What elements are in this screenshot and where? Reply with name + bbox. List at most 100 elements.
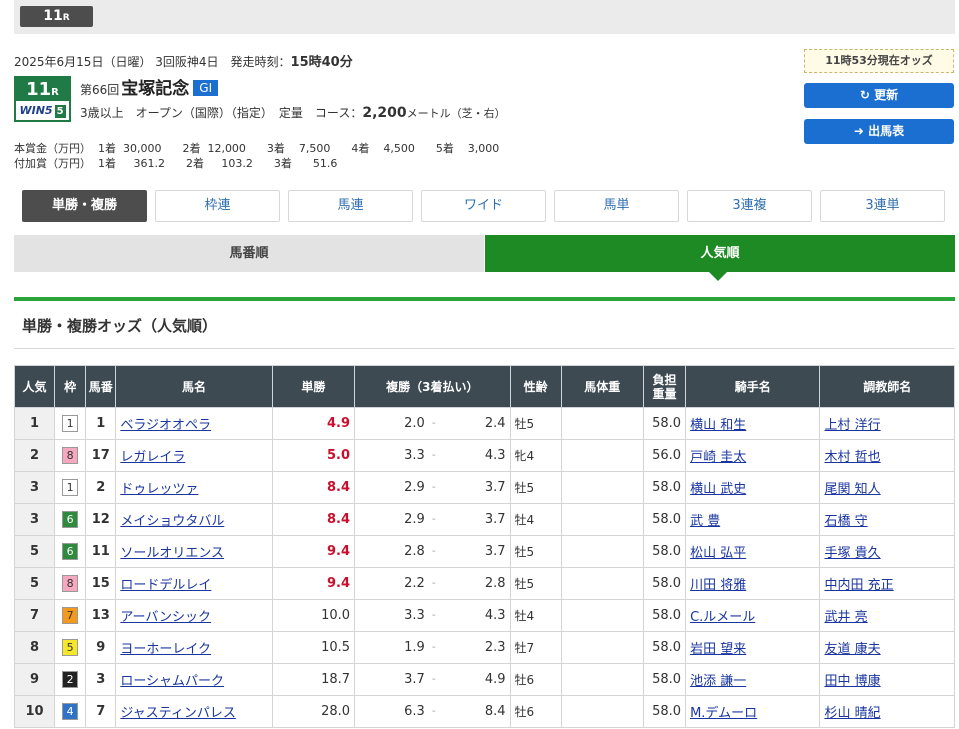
table-row: 3 6 12 メイショウタバル 8.4 2.9-3.7 牡4 58.0 武 豊 石橋 守 bbox=[13, 503, 955, 536]
post-time: 15時40分 bbox=[290, 55, 353, 70]
tab-bracket-quinella[interactable]: 枠連 bbox=[155, 190, 280, 222]
tab-sort-by-popularity[interactable]: 人気順 bbox=[485, 235, 955, 281]
bet-type-tabs: 単勝・複勝 枠連 馬連 ワイド 馬単 3連複 3連単 bbox=[22, 190, 947, 222]
col-weight-carried: 負担 重量 bbox=[642, 365, 687, 408]
sex-age: 牡5 bbox=[509, 471, 562, 504]
race-badge: 11R WIN5 5 bbox=[14, 76, 71, 122]
trainer-link[interactable]: 上村 洋行 bbox=[824, 418, 880, 433]
waku-badge: 8 bbox=[62, 447, 79, 464]
tab-sort-by-number[interactable]: 馬番順 bbox=[14, 235, 484, 272]
trainer-cell: 田中 博康 bbox=[819, 663, 955, 696]
race-name: 宝塚記念 bbox=[121, 79, 190, 99]
trainer-link[interactable]: 田中 博康 bbox=[824, 674, 880, 689]
trainer-link[interactable]: 中内田 充正 bbox=[824, 578, 893, 593]
jockey-link[interactable]: C.ルメール bbox=[690, 610, 755, 625]
sex-age: 牡6 bbox=[509, 663, 562, 696]
waku-badge: 6 bbox=[62, 511, 79, 528]
col-name: 馬名 bbox=[115, 365, 273, 408]
sort-tabs: 馬番順 人気順 bbox=[14, 235, 955, 281]
tab-exacta[interactable]: 馬単 bbox=[554, 190, 679, 222]
horse-name-link[interactable]: ジャスティンパレス bbox=[120, 706, 236, 721]
table-row: 5 6 11 ソールオリエンス 9.4 2.8-3.7 牡5 58.0 松山 弘平 手塚 貴久 bbox=[13, 535, 955, 568]
body-weight bbox=[560, 407, 644, 440]
sex-age: 牡4 bbox=[509, 503, 562, 536]
waku-cell: 1 bbox=[54, 471, 87, 504]
jockey-link[interactable]: 松山 弘平 bbox=[690, 546, 746, 561]
rank-cell: 8 bbox=[13, 631, 56, 664]
weight-carried: 58.0 bbox=[642, 695, 687, 728]
horse-number: 1 bbox=[85, 407, 117, 440]
horse-name-cell: ヨーホーレイク bbox=[115, 631, 273, 664]
place-odds-high: 3.7 bbox=[438, 503, 511, 536]
win-odds: 5.0 bbox=[271, 439, 356, 472]
horse-number: 3 bbox=[85, 663, 117, 696]
weight-carried: 58.0 bbox=[642, 407, 687, 440]
horse-number: 9 bbox=[85, 631, 117, 664]
horse-name-link[interactable]: ソールオリエンス bbox=[120, 546, 224, 561]
trainer-link[interactable]: 尾関 知人 bbox=[824, 482, 880, 497]
table-row: 5 8 15 ロードデルレイ 9.4 2.2-2.8 牡5 58.0 川田 将雅 中内田 充正 bbox=[13, 567, 955, 600]
horse-name-link[interactable]: ヨーホーレイク bbox=[120, 642, 211, 657]
win-odds: 18.7 bbox=[271, 663, 356, 696]
horse-name-link[interactable]: アーバンシック bbox=[120, 610, 211, 625]
table-row: 9 2 3 ローシャムパーク 18.7 3.7-4.9 牡6 58.0 池添 謙一 田中 博康 bbox=[13, 663, 955, 696]
jockey-link[interactable]: 池添 謙一 bbox=[690, 674, 746, 689]
place-odds-high: 3.7 bbox=[438, 535, 511, 568]
waku-badge: 1 bbox=[62, 415, 79, 432]
refresh-button[interactable]: ↻ 更新 bbox=[804, 83, 954, 108]
horse-name-cell: ロードデルレイ bbox=[115, 567, 273, 600]
win-odds: 8.4 bbox=[271, 471, 356, 504]
place-odds-high: 4.3 bbox=[438, 439, 511, 472]
jockey-link[interactable]: 横山 和生 bbox=[690, 418, 746, 433]
jockey-cell: 川田 将雅 bbox=[685, 567, 821, 600]
place-odds-low: 2.9 bbox=[354, 503, 429, 536]
horse-name-link[interactable]: ローシャムパーク bbox=[120, 674, 224, 689]
col-sex-age: 性齢 bbox=[509, 365, 562, 408]
waku-cell: 6 bbox=[54, 503, 87, 536]
jockey-link[interactable]: 岩田 望来 bbox=[690, 642, 746, 657]
jockey-link[interactable]: 横山 武史 bbox=[690, 482, 746, 497]
sex-age: 牡5 bbox=[509, 407, 562, 440]
tab-wide[interactable]: ワイド bbox=[421, 190, 546, 222]
rank-cell: 1 bbox=[13, 407, 56, 440]
trainer-link[interactable]: 杉山 晴紀 bbox=[824, 706, 880, 721]
trainer-cell: 上村 洋行 bbox=[819, 407, 955, 440]
trainer-link[interactable]: 手塚 貴久 bbox=[824, 546, 880, 561]
tab-trifecta[interactable]: 3連単 bbox=[820, 190, 945, 222]
rank-cell: 2 bbox=[13, 439, 56, 472]
place-odds-separator: - bbox=[428, 663, 439, 696]
race-conditions: 3歳以上 オープン（国際）（指定） 定量 コース：2,200メートル（芝・右） bbox=[80, 105, 506, 121]
jockey-link[interactable]: M.デムーロ bbox=[690, 706, 757, 721]
jockey-link[interactable]: 戸崎 圭太 bbox=[690, 450, 746, 465]
divider bbox=[14, 348, 955, 349]
trainer-link[interactable]: 武井 亮 bbox=[824, 610, 867, 625]
weight-carried: 58.0 bbox=[642, 535, 687, 568]
trainer-link[interactable]: 石橋 守 bbox=[824, 514, 867, 529]
odds-table: 人気 枠 馬番 馬名 単勝 複勝（3着払い） 性齢 馬体重 負担 重量 騎手名 調… bbox=[13, 365, 955, 728]
tab-quinella[interactable]: 馬連 bbox=[288, 190, 413, 222]
jockey-link[interactable]: 川田 将雅 bbox=[690, 578, 746, 593]
waku-cell: 6 bbox=[54, 535, 87, 568]
horse-name-link[interactable]: ベラジオオペラ bbox=[120, 418, 211, 433]
entries-button[interactable]: ➜ 出馬表 bbox=[804, 119, 954, 144]
horse-name-link[interactable]: ロードデルレイ bbox=[120, 578, 211, 593]
grade-badge: GI bbox=[193, 80, 219, 96]
horse-name-cell: ジャスティンパレス bbox=[115, 695, 273, 728]
waku-cell: 8 bbox=[54, 439, 87, 472]
horse-name-link[interactable]: メイショウタバル bbox=[120, 514, 224, 529]
trainer-link[interactable]: 木村 哲也 bbox=[824, 450, 880, 465]
horse-number: 15 bbox=[85, 567, 117, 600]
place-odds-separator: - bbox=[428, 407, 439, 440]
body-weight bbox=[560, 695, 644, 728]
table-row: 3 1 2 ドゥレッツァ 8.4 2.9-3.7 牡5 58.0 横山 武史 尾関 知人 bbox=[13, 471, 955, 504]
trainer-link[interactable]: 友道 康夫 bbox=[824, 642, 880, 657]
horse-name-link[interactable]: ドゥレッツァ bbox=[120, 482, 198, 497]
table-row: 7 7 13 アーバンシック 10.0 3.3-4.3 牡4 58.0 C.ルメール 武井 亮 bbox=[13, 599, 955, 632]
waku-badge: 1 bbox=[62, 479, 79, 496]
tab-trio[interactable]: 3連複 bbox=[687, 190, 812, 222]
tab-win-place[interactable]: 単勝・複勝 bbox=[22, 190, 147, 222]
win-odds: 9.4 bbox=[271, 567, 356, 600]
jockey-link[interactable]: 武 豊 bbox=[690, 514, 720, 529]
jockey-cell: 横山 武史 bbox=[685, 471, 821, 504]
horse-name-link[interactable]: レガレイラ bbox=[120, 450, 185, 465]
